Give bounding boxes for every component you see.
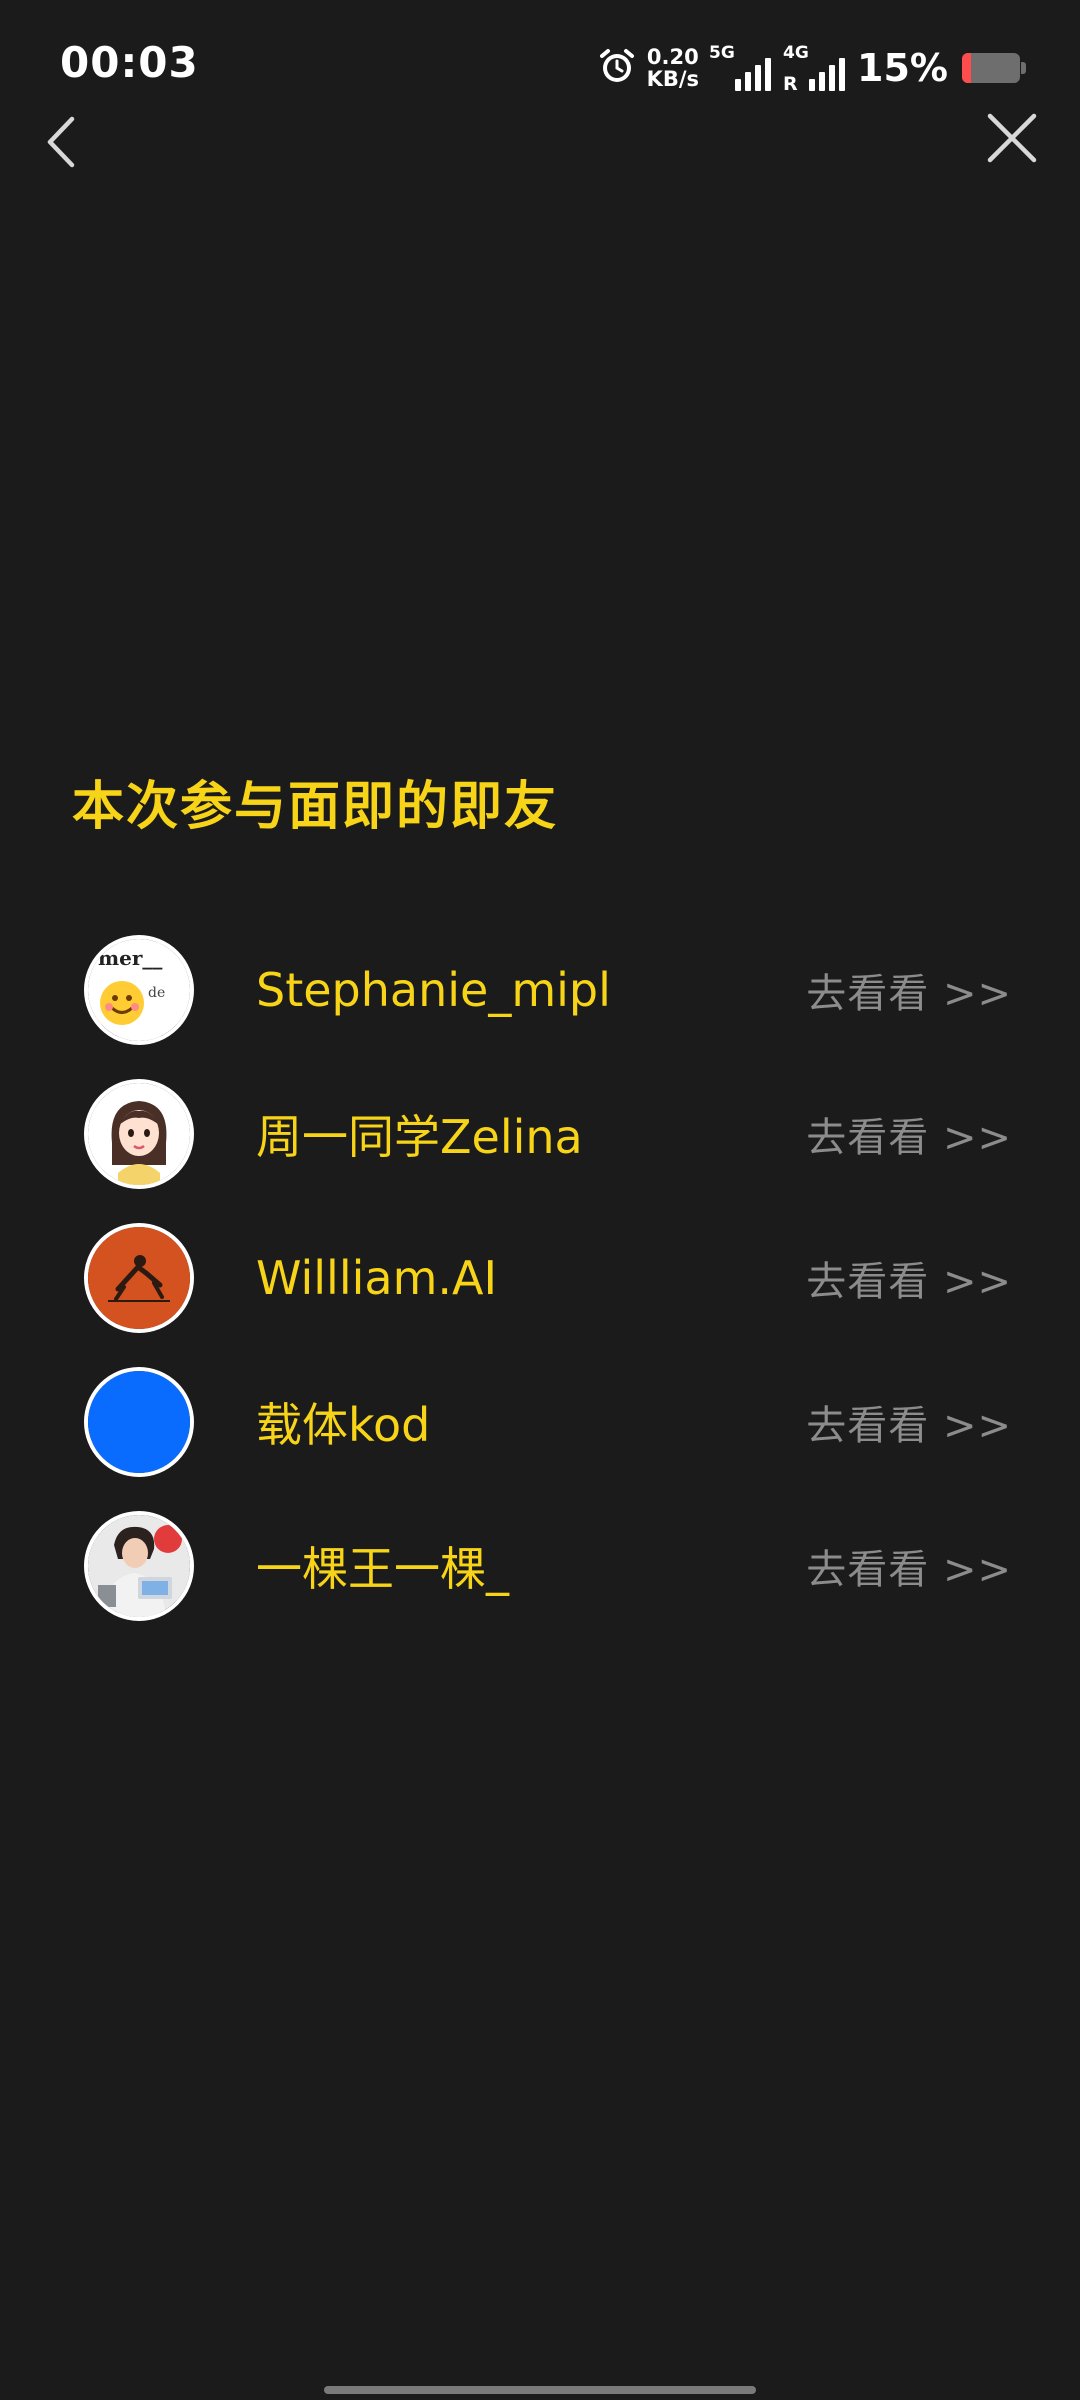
avatar[interactable]: mer__ de	[84, 935, 194, 1045]
friend-name[interactable]: Stephanie_mipl	[256, 963, 806, 1017]
view-profile-link[interactable]: 去看看 >>	[806, 1393, 1012, 1451]
avatar[interactable]	[84, 1367, 194, 1477]
status-time: 00:03	[60, 38, 199, 87]
view-profile-link[interactable]: 去看看 >>	[806, 1105, 1012, 1163]
signal-4g-tag: 4G	[783, 43, 809, 63]
battery-icon	[962, 53, 1026, 83]
signal-5g-icon: 5G	[709, 43, 773, 93]
avatar[interactable]	[84, 1079, 194, 1189]
chevron-left-icon	[47, 116, 75, 168]
friend-name[interactable]: 一棵王一棵_	[256, 1533, 806, 1599]
friend-list: mer__ de Stephanie_mipl 去看看 >> 周一同学Zelin…	[84, 918, 1012, 1638]
signal-4g-icon: 4G R	[783, 43, 847, 95]
home-indicator[interactable]	[324, 2386, 756, 2394]
network-speed-unit: KB/s	[646, 67, 700, 91]
network-speed: 0.20 KB/s	[647, 46, 699, 90]
status-icons: 0.20 KB/s 5G 4G R 15%	[597, 42, 1026, 95]
friend-name[interactable]: Willliam.AI	[256, 1251, 806, 1305]
roaming-indicator: R	[783, 73, 798, 95]
friend-row[interactable]: 一棵王一棵_ 去看看 >>	[84, 1494, 1012, 1638]
network-speed-value: 0.20	[646, 45, 699, 69]
view-profile-link[interactable]: 去看看 >>	[806, 1249, 1012, 1307]
avatar[interactable]	[84, 1223, 194, 1333]
section-title: 本次参与面即的即友	[72, 777, 559, 837]
alarm-icon	[597, 46, 637, 90]
friend-name[interactable]: 周一同学Zelina	[256, 1101, 806, 1167]
friend-row[interactable]: 周一同学Zelina 去看看 >>	[84, 1062, 1012, 1206]
svg-text:mer__: mer__	[98, 946, 162, 970]
avatar[interactable]	[84, 1511, 194, 1621]
view-profile-link[interactable]: 去看看 >>	[806, 961, 1012, 1019]
battery-tip	[1021, 62, 1026, 74]
battery-percent: 15%	[857, 46, 948, 90]
friend-row[interactable]: mer__ de Stephanie_mipl 去看看 >>	[84, 918, 1012, 1062]
view-profile-link[interactable]: 去看看 >>	[806, 1537, 1012, 1595]
close-button[interactable]	[980, 106, 1044, 170]
battery-fill	[962, 53, 971, 83]
signal-5g-tag: 5G	[709, 43, 735, 63]
back-button[interactable]	[36, 110, 84, 174]
svg-text:de: de	[148, 985, 165, 1001]
close-icon	[987, 113, 1037, 163]
friend-name[interactable]: 载体kod	[256, 1389, 806, 1455]
friend-row[interactable]: Willliam.AI 去看看 >>	[84, 1206, 1012, 1350]
friend-row[interactable]: 载体kod 去看看 >>	[84, 1350, 1012, 1494]
status-bar: 00:03 0.20 KB/s 5G 4G R 15%	[0, 0, 1080, 120]
